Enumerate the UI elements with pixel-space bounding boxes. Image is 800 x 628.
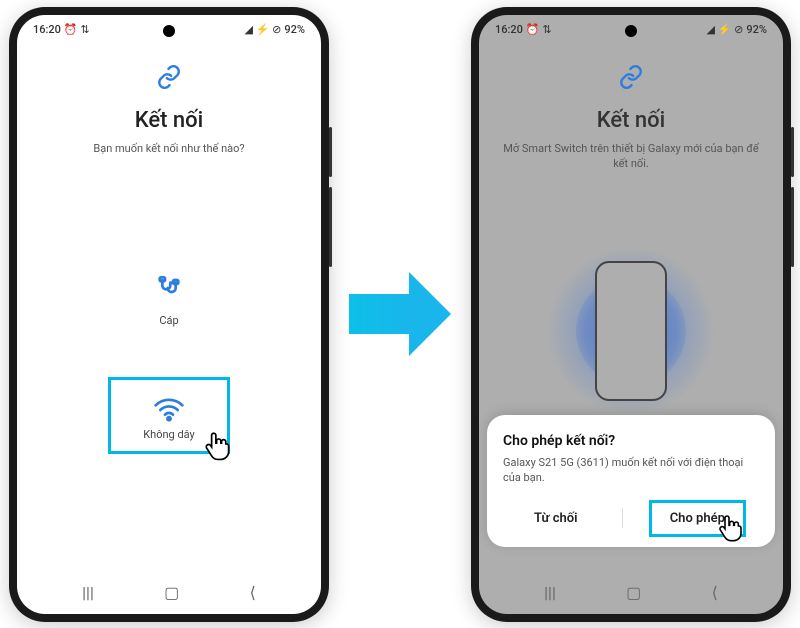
screen-right: 16:20 ⏰ ⇅ ◢ ⚡ ⊘ 92% Kết nối Mở Smart Swi… — [479, 15, 783, 614]
cable-icon — [153, 276, 185, 308]
phone-side-button — [791, 187, 794, 267]
nav-back[interactable]: ⟨ — [712, 583, 718, 602]
status-battery: 92% — [746, 23, 767, 36]
arrow-icon — [349, 272, 451, 356]
phone-left: 16:20 ⏰ ⇅ ◢ ⚡ ⊘ 92% Kết nối Bạn muốn kết… — [9, 7, 329, 622]
phone-side-button — [791, 127, 794, 177]
front-camera — [625, 25, 637, 37]
page-title: Kết nối — [135, 108, 204, 133]
nav-back[interactable]: ⟨ — [250, 583, 256, 602]
nav-bar: ||| ▢ ⟨ — [479, 577, 783, 608]
dialog-body: Galaxy S21 5G (3611) muốn kết nối với đi… — [503, 455, 759, 486]
status-time: 16:20 — [33, 23, 61, 36]
option-cable-label: Cáp — [159, 314, 178, 327]
link-icon — [156, 64, 182, 94]
page-title: Kết nối — [597, 108, 666, 133]
dialog-separator — [622, 508, 623, 528]
status-icons-left: ⏰ ⇅ — [526, 23, 552, 36]
nav-bar: ||| ▢ ⟨ — [17, 577, 321, 608]
allow-button-label: Cho phép — [670, 511, 725, 526]
page-subtitle: Mở Smart Switch trên thiết bị Galaxy mới… — [499, 141, 763, 172]
page-subtitle: Bạn muốn kết nối như thế nào? — [93, 141, 244, 156]
link-icon — [618, 64, 644, 94]
phone-right: 16:20 ⏰ ⇅ ◢ ⚡ ⊘ 92% Kết nối Mở Smart Swi… — [471, 7, 791, 622]
status-icons-right: ◢ ⚡ ⊘ — [245, 23, 282, 36]
device-radar — [541, 241, 721, 421]
status-battery: 92% — [284, 23, 305, 36]
front-camera — [163, 25, 175, 37]
phone-side-button — [329, 127, 332, 177]
screen-left: 16:20 ⏰ ⇅ ◢ ⚡ ⊘ 92% Kết nối Bạn muốn kết… — [17, 15, 321, 614]
dialog-title: Cho phép kết nối? — [503, 433, 759, 449]
option-cable[interactable]: Cáp — [153, 276, 185, 327]
status-time: 16:20 — [495, 23, 523, 36]
nav-home[interactable]: ▢ — [626, 583, 641, 602]
hand-cursor-icon — [201, 429, 235, 467]
phone-outline-icon — [595, 261, 667, 401]
nav-recent[interactable]: ||| — [544, 583, 556, 602]
nav-home[interactable]: ▢ — [164, 583, 179, 602]
allow-button[interactable]: Cho phép — [649, 500, 746, 537]
status-icons-left: ⏰ ⇅ — [64, 23, 90, 36]
nav-recent[interactable]: ||| — [82, 583, 94, 602]
decline-button[interactable]: Từ chối — [516, 503, 595, 534]
status-icons-right: ◢ ⚡ ⊘ — [707, 23, 744, 36]
phone-side-button — [329, 187, 332, 267]
permission-dialog: Cho phép kết nối? Galaxy S21 5G (3611) m… — [487, 415, 775, 547]
wifi-icon — [153, 394, 185, 422]
option-wireless-label: Không dây — [143, 428, 195, 441]
option-wireless[interactable]: Không dây — [108, 377, 230, 454]
